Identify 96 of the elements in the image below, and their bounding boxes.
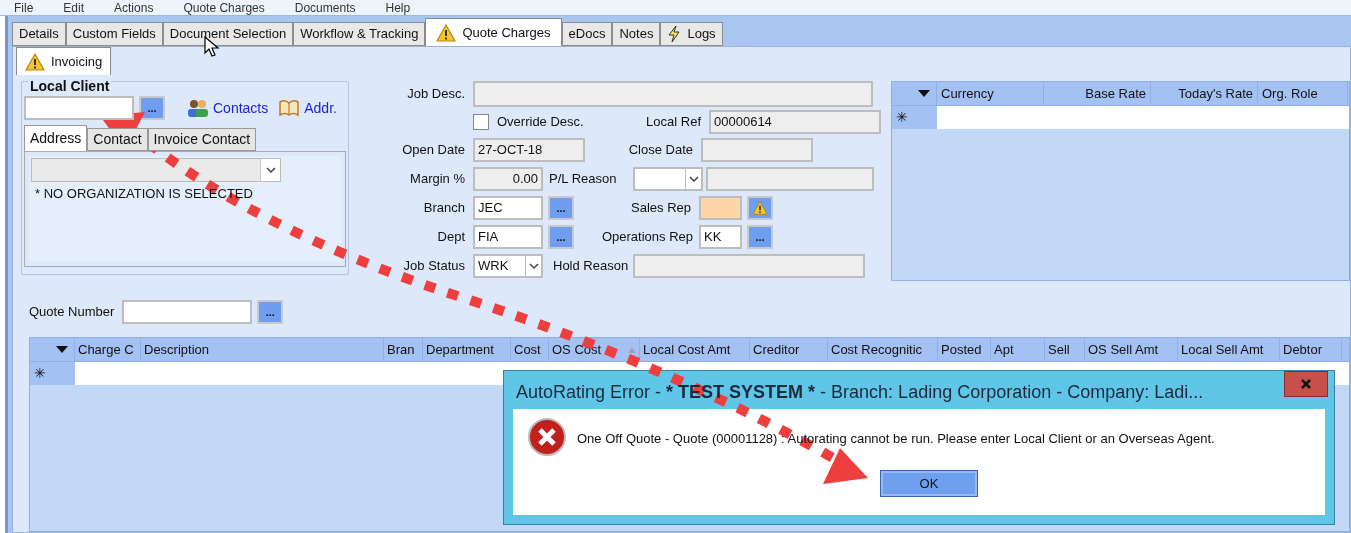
book-icon (278, 99, 301, 117)
people-icon (187, 99, 209, 117)
chevron-down-icon (529, 262, 539, 270)
column-header[interactable]: Apt (991, 338, 1045, 361)
menu-item[interactable]: Actions (114, 1, 154, 15)
lookup-button[interactable]: ... (139, 96, 165, 120)
column-header[interactable]: Debtor (1280, 338, 1342, 361)
chevron-down-icon (265, 166, 276, 174)
column-header[interactable]: Currency (937, 82, 1044, 105)
text-field[interactable] (633, 254, 865, 278)
field-label: Operations Rep (600, 228, 694, 247)
field-label: Override Desc. (497, 113, 585, 132)
tab[interactable]: Invoicing (16, 47, 112, 75)
menu-item[interactable]: File (14, 1, 34, 15)
lightning-icon (667, 25, 682, 43)
dropdown-arrow-icon (56, 346, 68, 353)
tab[interactable]: Workflow & Tracking (293, 22, 426, 46)
cursor-icon (204, 36, 220, 58)
field-label: Hold Reason (552, 257, 630, 276)
text-field[interactable] (473, 81, 873, 107)
lookup-button[interactable]: ... (548, 225, 574, 249)
text-field[interactable]: FIA (473, 225, 543, 249)
tab[interactable]: Invoice Contact (147, 128, 257, 151)
new-row-marker: ✳ (34, 364, 46, 383)
text-field[interactable]: KK (699, 225, 742, 249)
text-field[interactable] (122, 300, 253, 324)
field-label: P/L Reason (548, 170, 618, 189)
text-field[interactable]: JEC (473, 196, 543, 220)
column-header[interactable]: Local Cost Amt (640, 338, 750, 361)
group-title: Local Client (28, 78, 112, 94)
field-label: Close Date (627, 141, 694, 160)
ok-button[interactable]: OK (881, 471, 977, 496)
menu-item[interactable]: Quote Charges (183, 1, 265, 15)
tab[interactable]: Quote Charges (425, 18, 562, 46)
field-label: Quote Number (29, 303, 116, 322)
field-label: Dept (436, 228, 466, 247)
text-field[interactable]: 00000614 (709, 110, 881, 134)
text-field[interactable] (699, 196, 742, 220)
column-header[interactable]: Org. Role (1258, 82, 1348, 105)
close-button[interactable] (1284, 371, 1328, 397)
column-header[interactable]: Local Sell Amt (1178, 338, 1280, 361)
tab[interactable]: Address (24, 125, 88, 151)
checkbox[interactable] (473, 114, 489, 130)
column-header[interactable]: Department (423, 338, 511, 361)
field-label: Open Date (401, 141, 466, 160)
new-row-marker: ✳ (896, 108, 908, 127)
field-label: Sales Rep (630, 199, 692, 218)
text-field[interactable]: 0.00 (473, 167, 543, 191)
error-icon (527, 417, 567, 457)
link[interactable]: Addr. (278, 97, 337, 119)
tab[interactable]: Logs (660, 22, 723, 46)
column-header[interactable]: Sell (1045, 338, 1085, 361)
text-field[interactable] (24, 96, 134, 120)
text-field[interactable] (706, 167, 874, 191)
link[interactable]: Contacts (187, 97, 269, 119)
column-header[interactable]: Posted (938, 338, 991, 361)
dropdown[interactable]: WRK (473, 254, 543, 278)
field-label: Local Ref (645, 113, 702, 132)
column-header[interactable]: Base Rate (1044, 82, 1151, 105)
column-header[interactable]: Description (141, 338, 384, 361)
chevron-down-icon (689, 175, 699, 183)
lookup-button[interactable]: ... (548, 196, 574, 220)
warning-icon (752, 201, 768, 215)
warning-icon (436, 23, 457, 42)
column-header[interactable]: OS Sell Amt (1085, 338, 1178, 361)
tab[interactable]: Notes (612, 22, 661, 46)
menu-item[interactable]: Help (385, 1, 411, 15)
menu-item[interactable]: Documents (294, 1, 356, 15)
tab[interactable]: Contact (87, 128, 148, 151)
tab[interactable]: Document Selection (162, 22, 294, 46)
lookup-button[interactable]: ... (747, 225, 773, 249)
column-header[interactable]: OS Cost (549, 338, 640, 361)
text-field[interactable]: 27-OCT-18 (473, 138, 585, 162)
column-header[interactable]: Creditor (750, 338, 828, 361)
field-label: Job Status (402, 257, 466, 276)
field-label: Job Desc. (406, 85, 466, 104)
dropdown[interactable] (31, 158, 281, 182)
column-header[interactable]: Bran (384, 338, 423, 361)
column-header[interactable]: Cost Recognitic (828, 338, 938, 361)
warning-button[interactable] (747, 196, 773, 220)
warning-icon (25, 52, 45, 71)
tab[interactable]: eDocs (561, 22, 613, 46)
dropdown-arrow-icon (918, 90, 930, 97)
sort-arrow-icon (628, 346, 636, 353)
field-label: Branch (422, 199, 466, 218)
dropdown[interactable] (633, 167, 703, 191)
column-header[interactable]: Cost (511, 338, 549, 361)
tab[interactable]: Details (12, 22, 66, 46)
lookup-button[interactable]: ... (257, 300, 284, 324)
column-header[interactable]: Charge C (75, 338, 141, 361)
menu-item[interactable]: Edit (63, 1, 85, 15)
column-header[interactable]: Today's Rate (1151, 82, 1258, 105)
text-field[interactable] (701, 138, 813, 162)
field-label: Margin % (409, 170, 466, 189)
tab[interactable]: Custom Fields (65, 22, 163, 46)
close-icon (1301, 379, 1311, 389)
